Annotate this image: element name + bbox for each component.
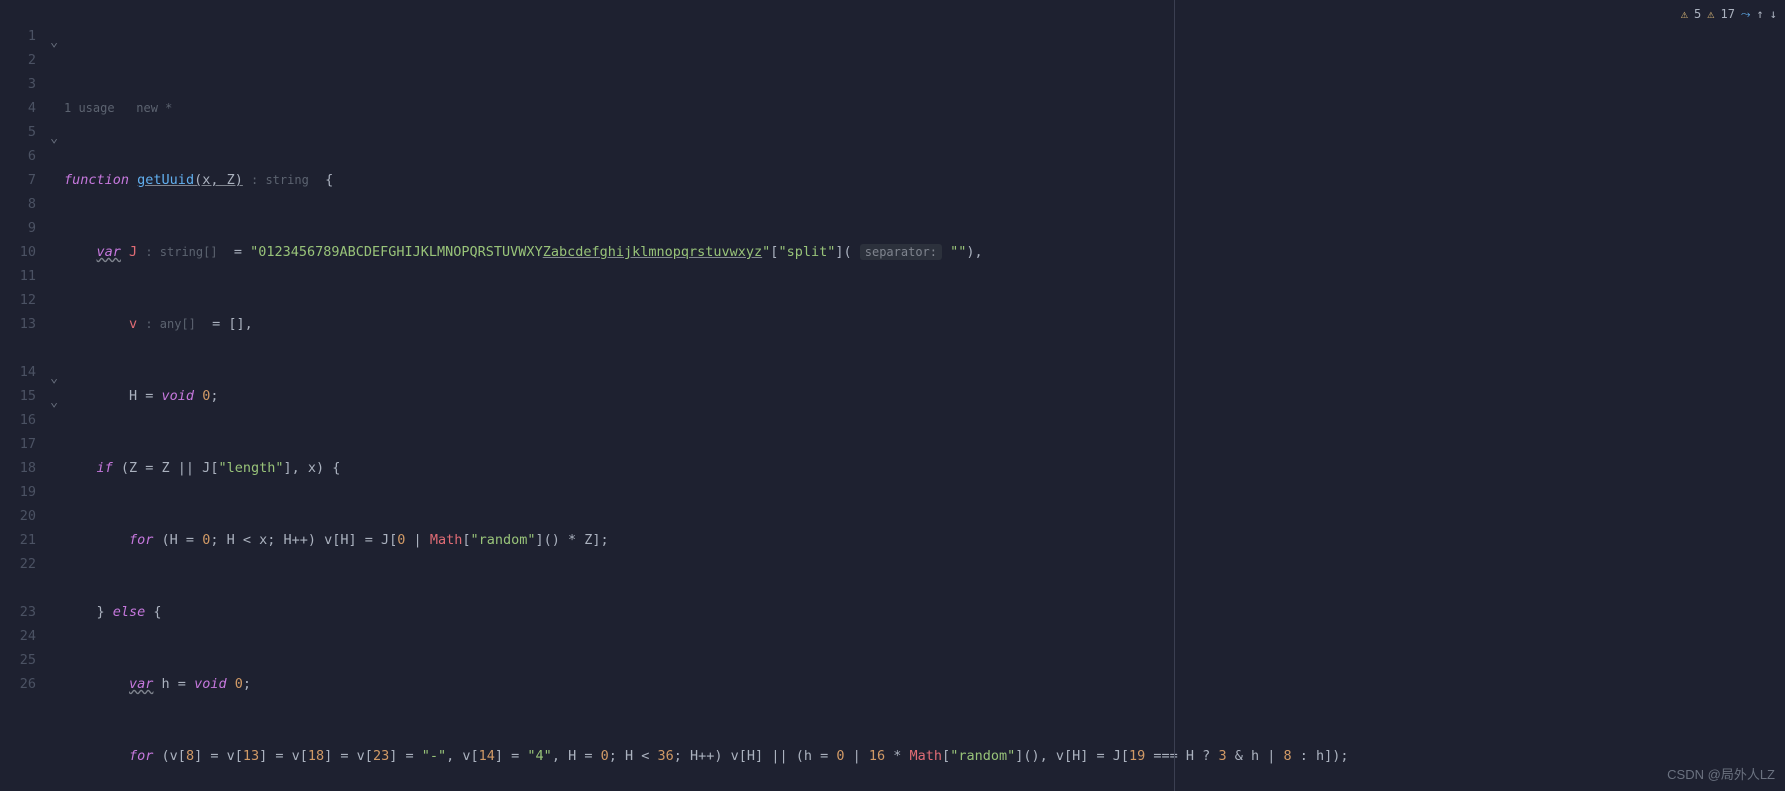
line-number[interactable]: 6: [0, 144, 36, 168]
line-number[interactable]: 11: [0, 264, 36, 288]
line-number[interactable]: 23: [0, 600, 36, 624]
line-number[interactable]: 12: [0, 288, 36, 312]
warning-icon[interactable]: ⚠: [1681, 2, 1688, 26]
line-number[interactable]: 17: [0, 432, 36, 456]
line-number[interactable]: 3: [0, 72, 36, 96]
code-editor: 1 2 3 4 5 6 7 8 9 10 11 12 13 14 15 16 1…: [0, 0, 1785, 791]
code-line: } else {: [64, 600, 1785, 624]
code-line: var h = void 0;: [64, 672, 1785, 696]
fold-column: ⌄ ⌄ ⌄ ⌄: [50, 0, 64, 791]
warning-count: 5: [1694, 2, 1701, 26]
fold-icon[interactable]: ⌄: [50, 30, 62, 42]
line-number[interactable]: 18: [0, 456, 36, 480]
line-number[interactable]: 16: [0, 408, 36, 432]
code-line: if (Z = Z || J["length"], x) {: [64, 456, 1785, 480]
line-number[interactable]: 4: [0, 96, 36, 120]
line-number[interactable]: 9: [0, 216, 36, 240]
line-gutter: 1 2 3 4 5 6 7 8 9 10 11 12 13 14 15 16 1…: [0, 0, 50, 791]
line-number[interactable]: 14: [0, 360, 36, 384]
watermark: CSDN @局外人LZ: [1667, 763, 1775, 787]
gutter-spacer: [0, 336, 36, 360]
line-number[interactable]: 8: [0, 192, 36, 216]
margin-guide: [1174, 0, 1175, 791]
code-area[interactable]: 1 usage new * function getUuid(x, Z) : s…: [64, 0, 1785, 791]
highlight-icon[interactable]: ⤳: [1741, 2, 1751, 26]
inspection-widgets: ⚠5 ⚠17 ⤳ ↑ ↓: [1681, 2, 1777, 26]
code-line: var J : string[] = "0123456789ABCDEFGHIJ…: [64, 240, 1785, 264]
code-line: function getUuid(x, Z) : string {: [64, 168, 1785, 192]
code-line: for (H = 0; H < x; H++) v[H] = J[0 | Mat…: [64, 528, 1785, 552]
gutter-spacer: [0, 0, 36, 24]
line-number[interactable]: 7: [0, 168, 36, 192]
prev-highlight-icon[interactable]: ↑: [1757, 2, 1764, 26]
warning-count: 17: [1720, 2, 1734, 26]
line-number[interactable]: 22: [0, 552, 36, 576]
fold-icon[interactable]: ⌄: [50, 366, 62, 378]
fold-icon[interactable]: ⌄: [50, 126, 62, 138]
line-number[interactable]: 25: [0, 648, 36, 672]
line-number[interactable]: 20: [0, 504, 36, 528]
next-highlight-icon[interactable]: ↓: [1770, 2, 1777, 26]
fold-icon[interactable]: ⌄: [50, 390, 62, 402]
code-line: v : any[] = [],: [64, 312, 1785, 336]
warning-icon[interactable]: ⚠: [1707, 2, 1714, 26]
line-number[interactable]: 21: [0, 528, 36, 552]
gutter-spacer: [0, 576, 36, 600]
usage-hint[interactable]: 1 usage new *: [64, 96, 1785, 120]
line-number[interactable]: 13: [0, 312, 36, 336]
line-number[interactable]: 1: [0, 24, 36, 48]
line-number[interactable]: 26: [0, 672, 36, 696]
line-number[interactable]: 15: [0, 384, 36, 408]
line-number[interactable]: 24: [0, 624, 36, 648]
code-line: H = void 0;: [64, 384, 1785, 408]
line-number[interactable]: 10: [0, 240, 36, 264]
code-line: for (v[8] = v[13] = v[18] = v[23] = "-",…: [64, 744, 1785, 768]
line-number[interactable]: 5: [0, 120, 36, 144]
line-number[interactable]: 19: [0, 480, 36, 504]
line-number[interactable]: 2: [0, 48, 36, 72]
